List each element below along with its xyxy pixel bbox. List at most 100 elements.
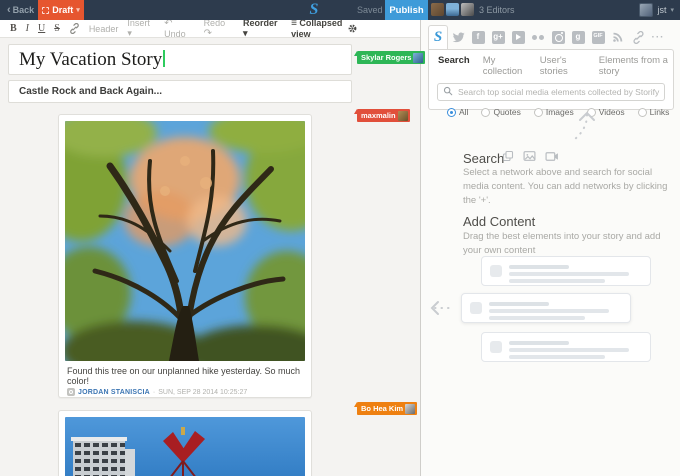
placeholder-line [509,265,569,269]
author-link[interactable]: JORDAN STANISCIA [78,389,150,396]
panel-tabs: Search My collection User's stories Elem… [429,50,673,77]
radio-selected-icon [447,108,456,117]
user-avatar [639,3,653,17]
search-field-wrap [437,82,665,101]
facebook-network-tab[interactable]: f [468,25,488,49]
draft-label: Draft [52,5,73,15]
gear-icon [347,23,358,34]
timestamp: SUN, SEP 28 2014 10:25:27 [158,389,247,396]
back-chevron-icon: ‹ [7,4,11,16]
settings-gear-button[interactable] [347,23,358,37]
dotted-arrow-up-icon [556,106,596,154]
editor-avatar-1[interactable] [431,3,444,16]
text-cursor [163,50,165,67]
tab-users-stories[interactable]: User's stories [540,55,586,77]
attribution-row: JORDAN STANISCIA · SUN, SEP 28 2014 10:2… [67,388,303,396]
giphy-network-tab[interactable]: GIF [588,25,608,49]
filter-links[interactable]: Links [638,107,670,117]
draft-status-dropdown[interactable]: Draft ▾ [38,0,84,20]
network-selector-row: S f g+ g GIF ··· [428,25,668,49]
collaborator-name: Skylar Rogers [361,53,411,62]
collaborator-cursor-label: Bo Hea Kim [357,402,417,415]
storify-logo[interactable]: S [305,1,323,19]
placeholder-avatar [490,265,502,277]
story-description-field[interactable]: Castle Rock and Back Again... [8,80,352,103]
storify-icon: S [434,29,442,46]
link-button[interactable] [69,23,80,34]
undo-button[interactable]: ↶ Undo [164,18,194,39]
back-button[interactable]: ‹Back [7,0,34,20]
tab-elements-from-story[interactable]: Elements from a story [599,55,673,77]
content-placeholder-card [461,293,631,323]
rss-icon [612,31,624,43]
instagram-icon [67,388,75,396]
content-placeholder-card [481,332,651,362]
redo-button[interactable]: Redo ↷ [204,18,234,39]
placeholder-line [489,302,549,306]
story-element-image-card[interactable] [58,410,312,476]
reorder-dropdown[interactable]: Reorder ▾ [243,18,282,39]
placeholder-line [509,355,605,359]
placeholder-line [489,316,585,320]
more-icon: ··· [652,32,665,43]
search-controls-card: Search My collection User's stories Elem… [428,49,674,110]
publish-button[interactable]: Publish [385,0,428,20]
twitter-network-tab[interactable] [448,25,468,49]
collaborator-avatar [398,111,408,121]
back-label: Back [13,5,35,15]
rss-network-tab[interactable] [608,25,628,49]
bold-button[interactable]: B [10,23,17,34]
twitter-icon [452,31,465,44]
tree-photo[interactable] [65,121,305,361]
collaborator-name: maxmalin [361,111,396,120]
collaborator-name: Bo Hea Kim [361,404,403,413]
storify-network-tab[interactable]: S [428,25,448,49]
search-section-heading: Search [463,151,504,166]
embed-link-network-tab[interactable] [628,25,648,49]
insert-dropdown[interactable]: Insert ▾ [127,18,155,39]
placeholder-line [489,309,609,313]
radio-icon [638,108,647,117]
collaborator-avatar [413,53,423,63]
separator: · [153,389,155,396]
instagram-network-tab[interactable] [548,25,568,49]
content-placeholder-card [481,256,651,286]
editor-avatar-3[interactable] [461,3,474,16]
search-section-description: Select a network above and search for so… [463,166,678,208]
media-search-panel: S f g+ g GIF ··· Search My collection [420,20,680,476]
flickr-network-tab[interactable] [528,25,548,49]
sculpture-photo[interactable] [65,417,305,476]
chevron-down-icon: ▾ [670,6,674,14]
filter-quotes[interactable]: Quotes [481,107,520,117]
strikethrough-button[interactable]: S [54,23,60,34]
chevron-down-icon: ▾ [127,28,132,38]
instagram-icon [552,31,565,44]
search-input[interactable] [437,83,665,101]
user-account-menu[interactable]: jst ▾ [639,0,674,20]
story-title-field[interactable]: My Vacation Story [8,44,352,75]
chevron-down-icon: ▾ [243,28,248,38]
italic-button[interactable]: I [26,23,29,34]
filter-all[interactable]: All [447,107,468,117]
story-title: My Vacation Story [19,49,162,70]
tab-search[interactable]: Search [438,55,470,77]
draft-dashed-icon [42,7,49,14]
story-element-image-card[interactable]: Found this tree on our unplanned hike ye… [58,114,312,398]
dotted-arrow-left-icon [429,300,455,316]
editor-avatar-2[interactable] [446,3,459,16]
more-networks-button[interactable]: ··· [648,25,668,49]
search-icon [443,86,453,96]
header-button[interactable]: Header [89,24,119,34]
youtube-icon [512,31,525,44]
placeholder-line [509,279,605,283]
tab-my-collection[interactable]: My collection [483,55,527,77]
youtube-network-tab[interactable] [508,25,528,49]
googleplus-network-tab[interactable]: g+ [488,25,508,49]
placeholder-line [509,341,569,345]
quote-elements-icon [502,150,514,162]
editors-count: 3 Editors [479,0,515,20]
add-content-heading: Add Content [463,214,535,229]
underline-button[interactable]: U [38,23,45,34]
google-network-tab[interactable]: g [568,25,588,49]
gif-icon: GIF [592,31,605,44]
